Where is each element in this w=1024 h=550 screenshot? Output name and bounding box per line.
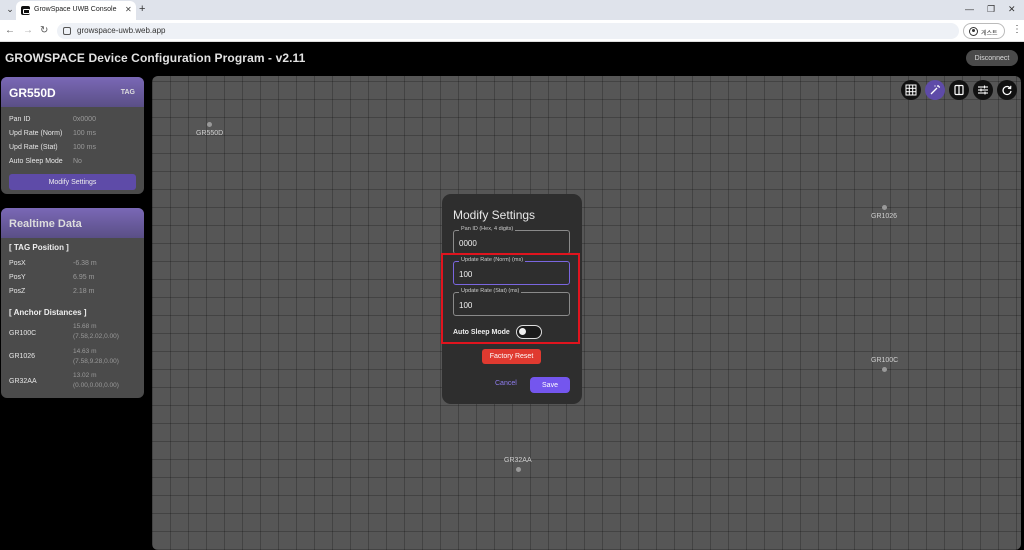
window-close-icon[interactable]: ✕ — [1008, 4, 1016, 15]
posx-label: PosX — [9, 260, 26, 267]
upd-rate-stat-value: 100 ms — [73, 144, 96, 151]
sliders-icon — [978, 85, 988, 95]
distance-label-gr1026: GR1026 — [9, 353, 36, 360]
pan-id-value: 0x0000 — [73, 116, 96, 123]
guest-label: 게스트 — [981, 31, 998, 37]
realtime-card-header: Realtime Data — [1, 208, 144, 238]
new-tab-icon[interactable]: + — [139, 3, 145, 15]
anchor-dot — [207, 122, 212, 127]
browser-menu-icon[interactable]: ⋮ — [1012, 24, 1022, 35]
dialog-title: Modify Settings — [453, 208, 536, 222]
distance-label-gr100c: GR100C — [9, 330, 37, 337]
distance-coords-gr32aa: (0.00,0.00,0.00) — [73, 382, 119, 389]
site-info-icon[interactable] — [63, 27, 71, 35]
tab-close-icon[interactable]: ✕ — [125, 5, 132, 14]
device-type-badge: TAG — [120, 89, 135, 96]
guest-profile-button[interactable]: 게스트 — [963, 23, 1005, 39]
modify-settings-button[interactable]: Modify Settings — [9, 174, 136, 190]
browser-toolbar: ← → ↻ growspace-uwb.web.app 게스트 ⋮ — [0, 20, 1024, 42]
auto-sleep-label: Auto Sleep Mode — [9, 158, 63, 165]
grid-toggle-button[interactable] — [901, 80, 921, 100]
anchor-label: GR32AA — [504, 457, 532, 464]
split-view-icon — [954, 84, 964, 96]
posz-value: 2.18 m — [73, 288, 95, 295]
highlight-box — [441, 253, 580, 344]
factory-reset-button[interactable]: Factory Reset — [482, 349, 541, 364]
auto-sleep-value: No — [73, 158, 82, 165]
restore-icon[interactable]: ❐ — [987, 4, 995, 15]
device-name: GR550D — [9, 86, 56, 100]
profile-icon — [969, 27, 978, 36]
anchor-dot — [882, 367, 887, 372]
anchor-distances-title: [ Anchor Distances ] — [9, 308, 87, 317]
cancel-button[interactable]: Cancel — [495, 380, 517, 387]
grid-icon — [905, 84, 917, 96]
upd-rate-norm-value: 100 ms — [73, 130, 96, 137]
realtime-card: Realtime Data [ TAG Position ] PosX -6.3… — [1, 208, 144, 398]
reload-icon[interactable]: ↻ — [40, 25, 48, 37]
distance-coords-gr100c: (7.58,2.02,0.00) — [73, 333, 119, 340]
upd-rate-stat-label: Upd Rate (Stat) — [9, 144, 58, 151]
posx-value: -6.38 m — [73, 260, 97, 267]
anchor-label: GR100C — [871, 357, 899, 364]
browser-tab[interactable]: GrowSpace UWB Console ✕ — [16, 1, 136, 20]
tag-position-title: [ TAG Position ] — [9, 243, 69, 252]
map-canvas[interactable]: GR550D GR1026 GR100C GR32AA — [152, 76, 1021, 550]
distance-value-gr100c: 15.68 m — [73, 323, 97, 330]
upd-rate-norm-label: Upd Rate (Norm) — [9, 130, 63, 137]
anchor-dot — [882, 205, 887, 210]
distance-value-gr1026: 14.63 m — [73, 348, 97, 355]
favicon-icon — [21, 6, 30, 15]
pan-id-label: Pan ID — [9, 116, 31, 123]
disconnect-button[interactable]: Disconnect — [966, 50, 1018, 66]
address-bar[interactable]: growspace-uwb.web.app — [57, 23, 959, 39]
settings-sliders-button[interactable] — [973, 80, 993, 100]
pan-id-input[interactable] — [459, 237, 564, 249]
refresh-icon — [1002, 85, 1012, 96]
tab-search-icon[interactable]: ⌄ — [4, 3, 16, 16]
tab-title: GrowSpace UWB Console — [34, 6, 117, 13]
posz-label: PosZ — [9, 288, 26, 295]
anchor-label: GR550D — [196, 130, 224, 137]
forward-icon[interactable]: → — [23, 25, 33, 37]
pan-id-field[interactable]: Pan ID (Hex, 4 digits) — [453, 226, 570, 254]
posy-value: 6.95 m — [73, 274, 95, 281]
browser-tabstrip: ⌄ GrowSpace UWB Console ✕ + — ❐ ✕ — [0, 0, 1024, 20]
distance-coords-gr1026: (7.58,9.28,0.00) — [73, 358, 119, 365]
distance-label-gr32aa: GR32AA — [9, 378, 37, 385]
auto-layout-button[interactable] — [925, 80, 945, 100]
device-card: GR550D TAG Pan ID 0x0000 Upd Rate (Norm)… — [1, 77, 144, 194]
realtime-title: Realtime Data — [9, 218, 82, 230]
save-button[interactable]: Save — [530, 377, 570, 393]
posy-label: PosY — [9, 274, 26, 281]
device-card-header: GR550D TAG — [1, 77, 144, 107]
refresh-button[interactable] — [997, 80, 1017, 100]
minimize-icon[interactable]: — — [965, 4, 974, 14]
pan-id-field-label: Pan ID (Hex, 4 digits) — [459, 226, 516, 232]
page-title: GROWSPACE Device Configuration Program -… — [5, 51, 306, 65]
back-icon[interactable]: ← — [5, 25, 15, 37]
distance-value-gr32aa: 13.02 m — [73, 372, 97, 379]
magic-wand-icon — [930, 85, 940, 95]
split-view-button[interactable] — [949, 80, 969, 100]
anchor-dot — [516, 467, 521, 472]
url-text: growspace-uwb.web.app — [77, 26, 166, 35]
anchor-label: GR1026 — [871, 213, 898, 220]
